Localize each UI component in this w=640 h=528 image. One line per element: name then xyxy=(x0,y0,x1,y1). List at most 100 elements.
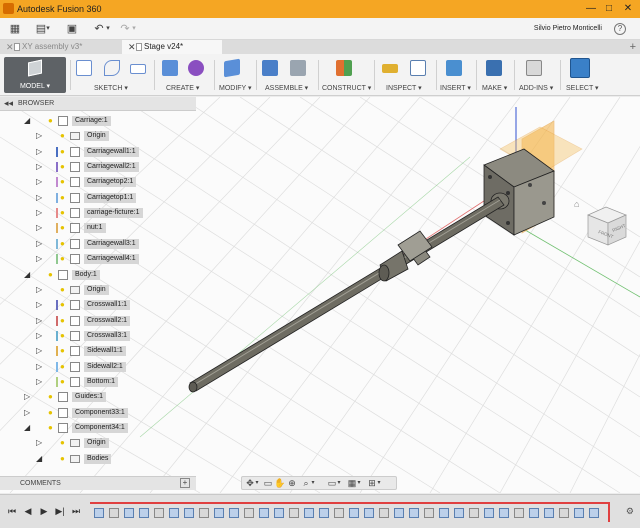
timeline-feature[interactable] xyxy=(139,508,149,518)
timeline-feature[interactable] xyxy=(124,508,134,518)
timeline-track[interactable] xyxy=(90,502,610,522)
visibility-bulb-icon[interactable]: ● xyxy=(60,316,68,326)
timeline-feature[interactable] xyxy=(559,508,569,518)
timeline-feature[interactable] xyxy=(229,508,239,518)
visibility-bulb-icon[interactable]: ● xyxy=(60,177,68,187)
visibility-bulb-icon[interactable]: ● xyxy=(48,270,56,280)
look-at-icon[interactable]: ▭ xyxy=(262,478,274,489)
browser-tree-row[interactable]: ▷ ● Origin xyxy=(0,437,196,449)
offset-plane-icon[interactable] xyxy=(336,60,352,76)
browser-tree-row[interactable]: ◢ ● Component34:1 xyxy=(0,422,196,434)
visibility-bulb-icon[interactable]: ● xyxy=(60,208,68,218)
user-name[interactable]: Silvio Pietro Monticelli xyxy=(534,25,602,32)
minimize-button[interactable]: — xyxy=(584,2,598,15)
timeline-marker[interactable] xyxy=(608,502,610,522)
visibility-bulb-icon[interactable]: ● xyxy=(60,346,68,356)
browser-tree-row[interactable]: ▷ ● Sidewall1:1 xyxy=(0,345,196,357)
make-menu[interactable]: MAKE ▾ xyxy=(482,84,507,92)
timeline-feature[interactable] xyxy=(589,508,599,518)
visibility-bulb-icon[interactable]: ● xyxy=(60,300,68,310)
save-icon[interactable]: ▣ xyxy=(65,22,79,36)
timeline-feature[interactable] xyxy=(364,508,374,518)
browser-tree-row[interactable]: ▷ ● carriage-ficture:1 xyxy=(0,207,196,219)
workspace-switcher-button[interactable]: MODEL ▾ xyxy=(4,57,66,93)
timeline-feature[interactable] xyxy=(109,508,119,518)
timeline-feature[interactable] xyxy=(304,508,314,518)
collapsed-arrow-icon[interactable]: ▷ xyxy=(36,299,44,311)
visibility-bulb-icon[interactable]: ● xyxy=(60,223,68,233)
visibility-bulb-icon[interactable]: ● xyxy=(60,377,68,387)
browser-tree-row[interactable]: ▷ ● Component33:1 xyxy=(0,407,196,419)
timeline-feature[interactable] xyxy=(484,508,494,518)
visibility-bulb-icon[interactable]: ● xyxy=(60,438,68,448)
help-icon[interactable]: ? xyxy=(614,23,626,35)
close-tab-icon[interactable]: ✕ xyxy=(6,40,14,54)
zoom-chevron-icon[interactable]: ▾ xyxy=(310,478,316,489)
browser-tree-row[interactable]: ◢ ● Carriage:1 xyxy=(0,115,196,127)
collapsed-arrow-icon[interactable]: ▷ xyxy=(36,376,44,388)
timeline-feature[interactable] xyxy=(169,508,179,518)
data-panel-icon[interactable]: ▦ xyxy=(8,22,22,36)
maximize-button[interactable]: □ xyxy=(602,2,616,15)
timeline-feature[interactable] xyxy=(514,508,524,518)
rectangle-icon[interactable] xyxy=(130,64,146,74)
timeline-feature[interactable] xyxy=(544,508,554,518)
home-view-icon[interactable]: ⌂ xyxy=(574,199,579,209)
timeline-feature[interactable] xyxy=(454,508,464,518)
visibility-bulb-icon[interactable]: ● xyxy=(48,116,56,126)
expanded-arrow-icon[interactable]: ◢ xyxy=(36,453,44,465)
visibility-bulb-icon[interactable]: ● xyxy=(60,131,68,141)
insert-canvas-icon[interactable] xyxy=(446,60,462,76)
new-tab-icon[interactable]: + xyxy=(630,40,636,54)
scripts-addins-icon[interactable] xyxy=(526,60,542,76)
visibility-bulb-icon[interactable]: ● xyxy=(60,147,68,157)
timeline-feature[interactable] xyxy=(439,508,449,518)
visibility-bulb-icon[interactable]: ● xyxy=(48,423,56,433)
browser-tree-row[interactable]: ▷ ● Sidewall2:1 xyxy=(0,361,196,373)
orbit-chevron-icon[interactable]: ▾ xyxy=(254,478,260,489)
pan-icon[interactable]: ✋ xyxy=(274,478,286,489)
visibility-bulb-icon[interactable]: ● xyxy=(60,193,68,203)
close-tab-icon[interactable]: ✕ xyxy=(128,40,136,54)
close-window-button[interactable]: ✕ xyxy=(621,2,635,15)
addins-menu[interactable]: ADD-INS ▾ xyxy=(519,84,553,92)
browser-tree-row[interactable]: ▷ ● Carriagetop2:1 xyxy=(0,176,196,188)
redo-chevron-icon[interactable]: ▾ xyxy=(130,22,138,36)
collapsed-arrow-icon[interactable]: ▷ xyxy=(24,407,32,419)
timeline-feature[interactable] xyxy=(244,508,254,518)
select-menu[interactable]: SELECT ▾ xyxy=(566,84,599,92)
collapsed-arrow-icon[interactable]: ▷ xyxy=(36,176,44,188)
browser-tree-row[interactable]: ▷ ● Origin xyxy=(0,130,196,142)
modify-menu[interactable]: MODIFY ▾ xyxy=(219,84,252,92)
timeline-feature[interactable] xyxy=(259,508,269,518)
collapse-panel-icon[interactable]: ◂◂ xyxy=(4,98,13,109)
browser-tree-row[interactable]: ▷ ● Crosswall3:1 xyxy=(0,330,196,342)
inspect-menu[interactable]: INSPECT ▾ xyxy=(386,84,422,92)
timeline-feature[interactable] xyxy=(214,508,224,518)
new-component-icon[interactable] xyxy=(262,60,278,76)
visibility-bulb-icon[interactable]: ● xyxy=(60,331,68,341)
add-comment-button[interactable]: + xyxy=(180,478,190,488)
collapsed-arrow-icon[interactable]: ▷ xyxy=(36,361,44,373)
browser-tree-row[interactable]: ▷ ● Carriagewall1:1 xyxy=(0,146,196,158)
timeline-forward-icon[interactable]: ▶| xyxy=(54,506,66,517)
browser-tree-row[interactable]: ▷ ● Carriagewall2:1 xyxy=(0,161,196,173)
browser-tree-row[interactable]: ▷ ● Crosswall2:1 xyxy=(0,315,196,327)
browser-tree-row[interactable]: ▷ ● Origin xyxy=(0,284,196,296)
timeline-end-icon[interactable]: ⏭ xyxy=(70,506,82,517)
insert-menu[interactable]: INSERT ▾ xyxy=(440,84,471,92)
extrude-icon[interactable] xyxy=(162,60,178,76)
timeline-feature[interactable] xyxy=(319,508,329,518)
browser-tree-row[interactable]: ▷ ● Carriagetop1:1 xyxy=(0,192,196,204)
expanded-arrow-icon[interactable]: ◢ xyxy=(24,422,32,434)
timeline-back-icon[interactable]: ◀ xyxy=(22,506,34,517)
form-icon[interactable] xyxy=(188,60,204,76)
create-menu[interactable]: CREATE ▾ xyxy=(166,84,199,92)
timeline-feature[interactable] xyxy=(154,508,164,518)
create-sketch-icon[interactable] xyxy=(76,60,92,76)
visibility-bulb-icon[interactable]: ● xyxy=(60,362,68,372)
3d-print-icon[interactable] xyxy=(486,60,502,76)
browser-tree-row[interactable]: ◢ ● Body:1 xyxy=(0,269,196,281)
sketch-menu[interactable]: SKETCH ▾ xyxy=(94,84,128,92)
display-chevron-icon[interactable]: ▾ xyxy=(336,478,342,489)
